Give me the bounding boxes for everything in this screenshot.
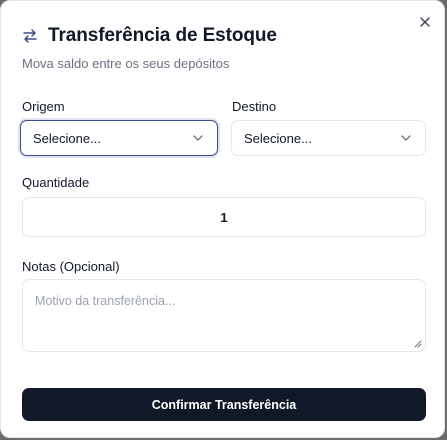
- close-icon: [420, 17, 430, 27]
- quantity-input[interactable]: 1: [22, 197, 426, 237]
- origin-select[interactable]: Selecione...: [20, 120, 218, 156]
- dialog-title: Transferência de Estoque: [48, 25, 277, 46]
- dialog-subtitle: Mova saldo entre os seus depósitos: [22, 56, 230, 71]
- origin-select-value: Selecione...: [33, 130, 101, 146]
- dialog-header: Transferência de Estoque: [22, 23, 277, 49]
- quantity-label: Quantidade: [22, 175, 90, 190]
- arrow-left-right-icon: [22, 27, 40, 45]
- resize-handle-icon[interactable]: [414, 340, 422, 348]
- destination-select-value: Selecione...: [244, 130, 312, 146]
- transfer-dialog: Transferência de Estoque Mova saldo entr…: [0, 0, 445, 438]
- notes-placeholder: Motivo da transferência...: [35, 294, 176, 308]
- notes-label: Notas (Opcional): [22, 259, 120, 274]
- chevron-down-icon: [193, 132, 205, 144]
- origin-label: Origem: [22, 99, 65, 114]
- confirm-transfer-button[interactable]: Confirmar Transferência: [22, 388, 426, 421]
- notes-textarea[interactable]: Motivo da transferência...: [22, 279, 426, 352]
- chevron-down-icon: [401, 132, 413, 144]
- close-button[interactable]: [416, 13, 434, 31]
- destination-select[interactable]: Selecione...: [231, 120, 426, 156]
- destination-label: Destino: [232, 99, 277, 114]
